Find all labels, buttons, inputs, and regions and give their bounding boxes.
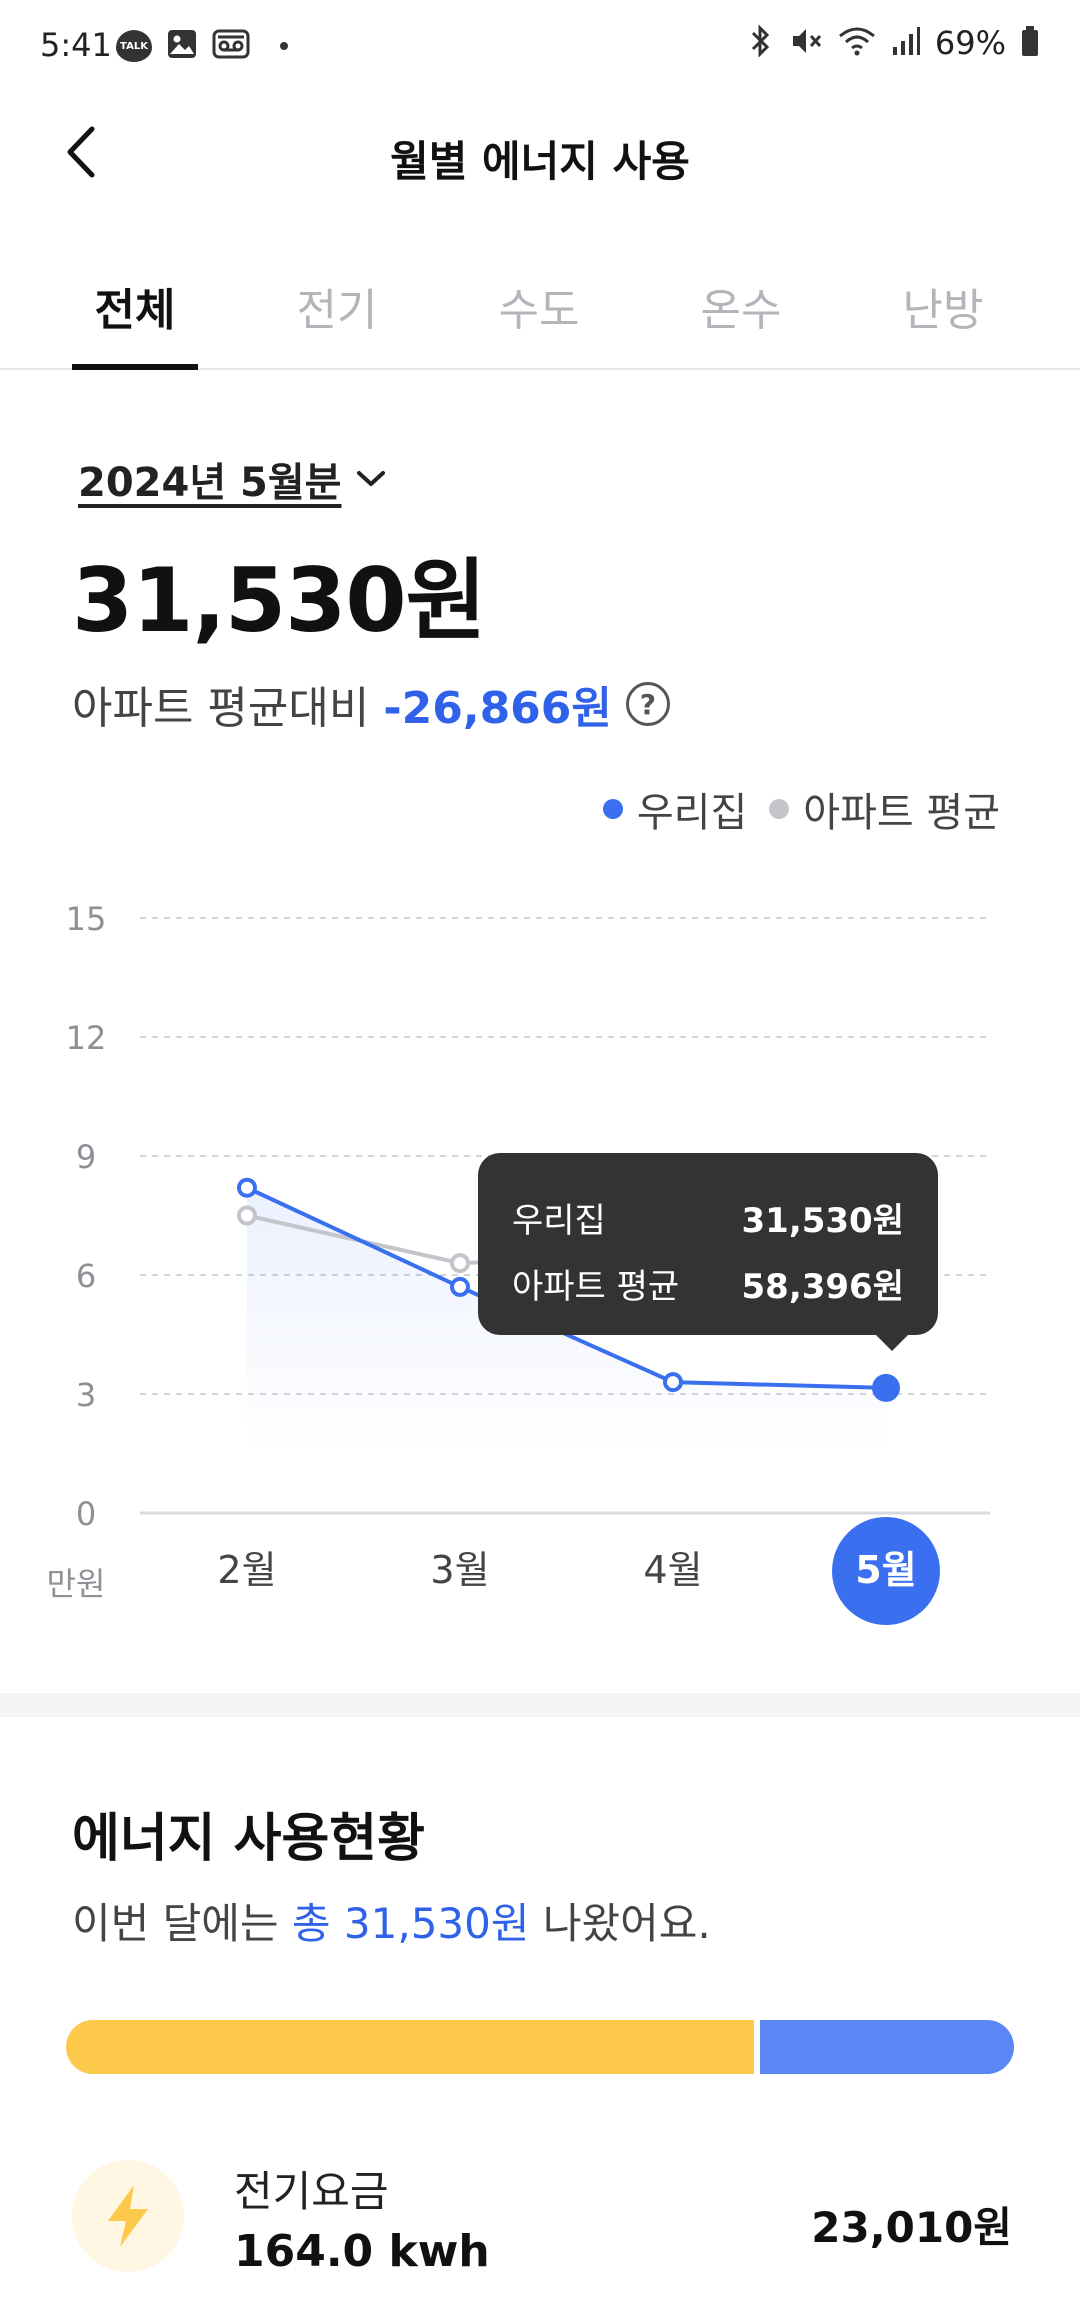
usage-bar-electric bbox=[66, 2020, 754, 2074]
item-name: 전기요금 bbox=[234, 2167, 389, 2216]
legend-item-average: 아파트 평균 bbox=[769, 780, 1000, 838]
chart-tooltip: 우리집 31,530원 아파트 평균 58,396원 bbox=[478, 1153, 938, 1351]
point-average bbox=[237, 1205, 257, 1226]
point-mine bbox=[237, 1177, 257, 1198]
app-header: 월별 에너지 사용 bbox=[0, 96, 1080, 216]
tooltip-average-label: 아파트 평균 bbox=[512, 1267, 680, 1307]
usage-sentence-before: 이번 달에는 bbox=[72, 1899, 292, 1948]
item-cost: 23,010원 bbox=[811, 2203, 1012, 2252]
more-notifications-dot bbox=[280, 42, 288, 50]
legend-item-mine: 우리집 bbox=[602, 780, 748, 838]
tooltip-average-value: 58,396원 bbox=[741, 1267, 904, 1307]
status-time: 5:41 bbox=[40, 26, 112, 64]
y-tick-label: 9 bbox=[76, 1138, 96, 1176]
usage-section-title: 에너지 사용현황 bbox=[72, 1809, 425, 1869]
signal-icon bbox=[891, 25, 921, 61]
system-icons: 69% bbox=[747, 24, 1040, 62]
usage-total-highlight: 총 31,530원 bbox=[291, 1899, 530, 1948]
point-mine bbox=[663, 1372, 683, 1393]
battery-icon bbox=[1020, 24, 1040, 62]
usage-sentence: 이번 달에는 총 31,530원 나왔어요. bbox=[72, 1890, 711, 1951]
section-divider bbox=[0, 1693, 1080, 1717]
y-unit-label: 만원 bbox=[47, 1565, 106, 1603]
usage-item-electric[interactable]: 전기요금 164.0 kwh 23,010원 bbox=[72, 2150, 1012, 2280]
x-tick-label: 2월 bbox=[217, 1548, 276, 1592]
voicemail-icon bbox=[212, 28, 250, 64]
item-icon-container bbox=[72, 2160, 184, 2272]
bluetooth-icon bbox=[747, 24, 775, 62]
x-tick-label: 4월 bbox=[643, 1548, 702, 1592]
tab-electric[interactable]: 전기 bbox=[236, 274, 438, 338]
legend-label-mine: 우리집 bbox=[636, 790, 748, 836]
compare-value: -26,866원 bbox=[383, 683, 612, 734]
gallery-icon bbox=[166, 28, 198, 64]
item-usage: 164.0 kwh bbox=[234, 2226, 490, 2277]
average-comparison: 아파트 평균대비 -26,866원 ? bbox=[72, 672, 670, 736]
y-tick-label: 15 bbox=[66, 900, 107, 938]
point-average bbox=[450, 1253, 470, 1274]
y-tick-label: 0 bbox=[76, 1495, 96, 1533]
lightning-icon bbox=[108, 2185, 148, 2247]
legend-dot-mine bbox=[602, 799, 623, 819]
point-mine-selected bbox=[872, 1373, 900, 1402]
help-icon[interactable]: ? bbox=[625, 682, 670, 726]
tooltip-mine-label: 우리집 bbox=[512, 1201, 606, 1241]
mute-icon bbox=[789, 24, 823, 62]
talk-icon: TALK bbox=[116, 30, 152, 62]
tab-all[interactable]: 전체 bbox=[34, 274, 236, 338]
usage-sentence-after: 나왔어요. bbox=[529, 1899, 711, 1948]
notification-icons: TALK bbox=[116, 28, 288, 64]
tab-hot-water[interactable]: 온수 bbox=[640, 274, 842, 338]
tab-water[interactable]: 수도 bbox=[438, 274, 640, 338]
tooltip-mine-value: 31,530원 bbox=[741, 1201, 904, 1241]
legend-dot-average bbox=[769, 799, 790, 819]
total-amount: 31,530원 bbox=[72, 549, 487, 652]
category-tabs: 전체 전기 수도 온수 난방 bbox=[0, 256, 1080, 370]
month-label: 2024년 5월분 bbox=[78, 460, 342, 506]
tab-indicator bbox=[72, 364, 198, 370]
y-tick-label: 6 bbox=[76, 1257, 96, 1295]
status-bar: 5:41 TALK 69% bbox=[0, 0, 1080, 96]
tab-heating[interactable]: 난방 bbox=[842, 274, 1044, 338]
tooltip-row-average: 아파트 평균 58,396원 bbox=[512, 1259, 904, 1308]
chevron-down-icon bbox=[356, 471, 385, 486]
usage-breakdown-bar bbox=[66, 2020, 1014, 2074]
y-tick-label: 12 bbox=[66, 1019, 107, 1057]
chart-legend: 우리집 아파트 평균 bbox=[602, 780, 1000, 838]
legend-label-average: 아파트 평균 bbox=[803, 790, 1000, 836]
compare-label: 아파트 평균대비 bbox=[72, 683, 370, 734]
y-tick-label: 3 bbox=[76, 1376, 96, 1414]
x-tick-label: 3월 bbox=[430, 1548, 489, 1592]
month-selector[interactable]: 2024년 5월분 bbox=[78, 450, 386, 508]
page-title: 월별 에너지 사용 bbox=[390, 137, 690, 186]
usage-bar-other bbox=[760, 2020, 1014, 2074]
wifi-icon bbox=[837, 24, 877, 62]
battery-percent: 69% bbox=[934, 24, 1006, 62]
tooltip-row-mine: 우리집 31,530원 bbox=[512, 1193, 904, 1242]
x-tick-label-selected: 5월 bbox=[855, 1548, 916, 1592]
point-mine bbox=[450, 1276, 470, 1297]
